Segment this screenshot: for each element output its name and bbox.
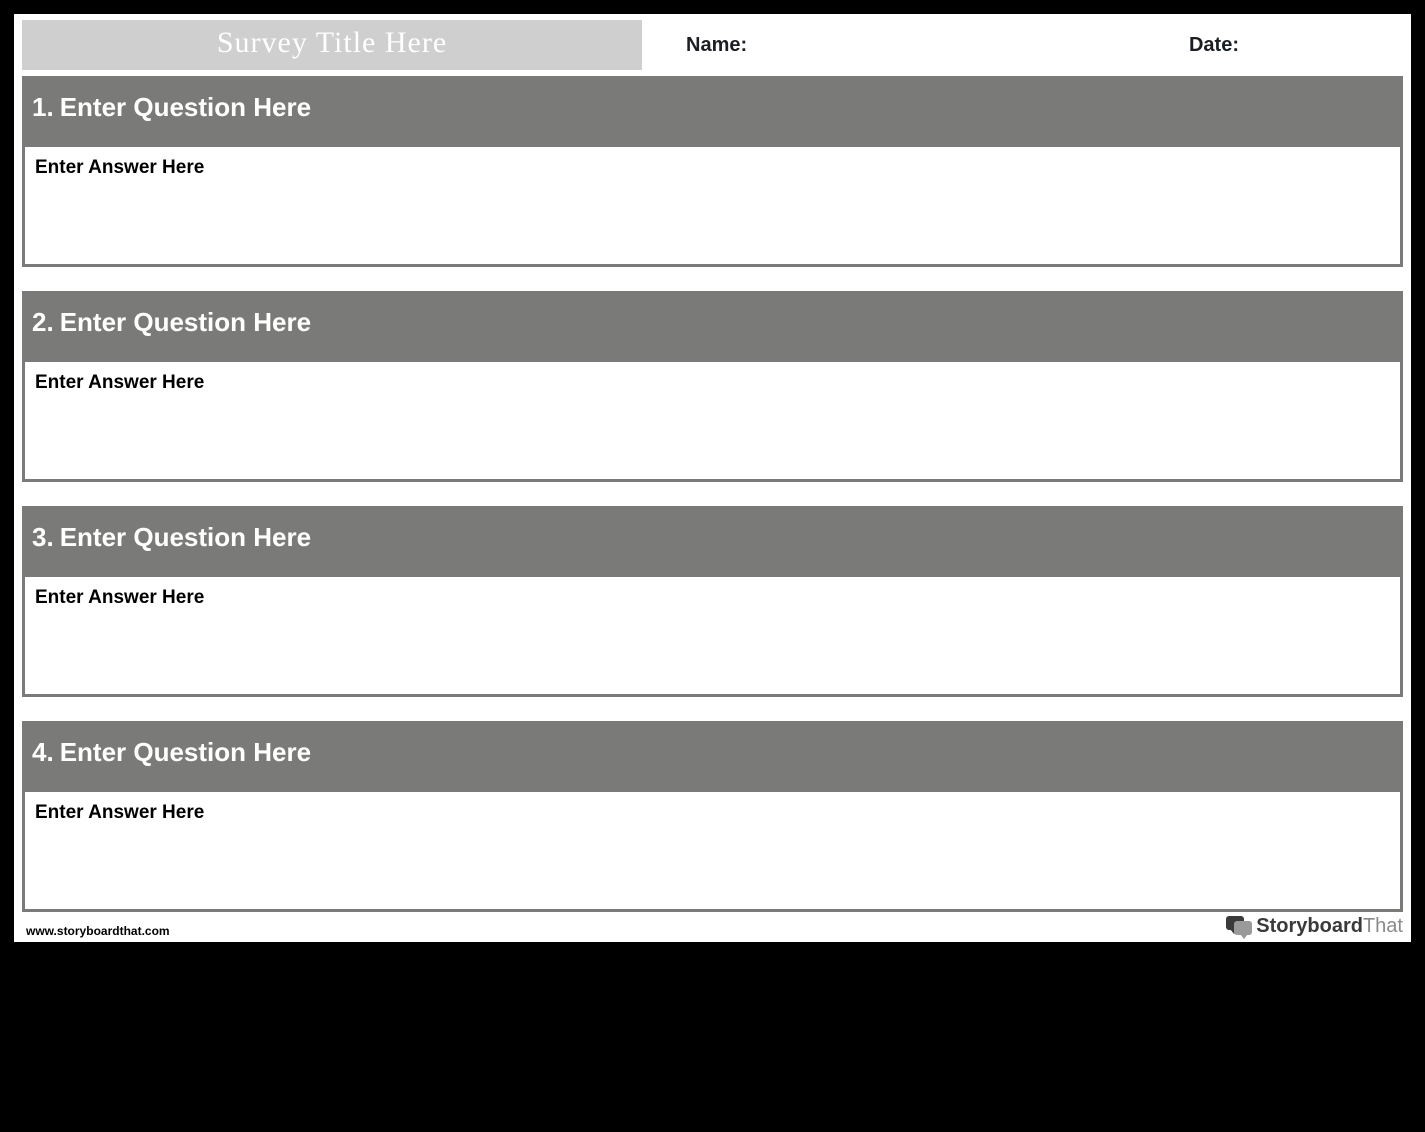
speech-bubbles-icon bbox=[1226, 916, 1252, 938]
footer: www.storyboardthat.com StoryboardThat bbox=[26, 915, 1403, 938]
date-label: Date: bbox=[1189, 34, 1239, 57]
answer-placeholder: Enter Answer Here bbox=[35, 587, 204, 608]
answer-box[interactable]: Enter Answer Here bbox=[22, 147, 1403, 267]
question-header[interactable]: 2. Enter Question Here bbox=[22, 291, 1403, 362]
header-row: Survey Title Here Name: Date: bbox=[22, 20, 1403, 70]
question-number: 3. bbox=[32, 522, 54, 553]
survey-worksheet-page: Survey Title Here Name: Date: 1. Enter Q… bbox=[14, 14, 1411, 942]
footer-url: www.storyboardthat.com bbox=[26, 924, 170, 938]
question-prompt: Enter Question Here bbox=[60, 92, 311, 123]
answer-box[interactable]: Enter Answer Here bbox=[22, 792, 1403, 912]
question-block-4: 4. Enter Question Here Enter Answer Here bbox=[22, 721, 1403, 912]
meta-block: Name: Date: bbox=[642, 20, 1403, 70]
question-block-1: 1. Enter Question Here Enter Answer Here bbox=[22, 76, 1403, 267]
brand-logo: StoryboardThat bbox=[1226, 915, 1403, 938]
question-number: 4. bbox=[32, 737, 54, 768]
question-number: 2. bbox=[32, 307, 54, 338]
answer-box[interactable]: Enter Answer Here bbox=[22, 362, 1403, 482]
question-number: 1. bbox=[32, 92, 54, 123]
answer-box[interactable]: Enter Answer Here bbox=[22, 577, 1403, 697]
brand-text: StoryboardThat bbox=[1256, 915, 1403, 938]
survey-title: Survey Title Here bbox=[217, 26, 447, 59]
question-header[interactable]: 1. Enter Question Here bbox=[22, 76, 1403, 147]
brand-text-a: Storyboard bbox=[1256, 915, 1363, 937]
question-prompt: Enter Question Here bbox=[60, 307, 311, 338]
question-header[interactable]: 3. Enter Question Here bbox=[22, 506, 1403, 577]
question-block-2: 2. Enter Question Here Enter Answer Here bbox=[22, 291, 1403, 482]
answer-placeholder: Enter Answer Here bbox=[35, 157, 204, 178]
question-prompt: Enter Question Here bbox=[60, 522, 311, 553]
question-prompt: Enter Question Here bbox=[60, 737, 311, 768]
answer-placeholder: Enter Answer Here bbox=[35, 802, 204, 823]
answer-placeholder: Enter Answer Here bbox=[35, 372, 204, 393]
name-label: Name: bbox=[686, 34, 747, 57]
brand-text-b: That bbox=[1363, 915, 1403, 937]
title-block[interactable]: Survey Title Here bbox=[22, 20, 642, 70]
question-header[interactable]: 4. Enter Question Here bbox=[22, 721, 1403, 792]
question-block-3: 3. Enter Question Here Enter Answer Here bbox=[22, 506, 1403, 697]
